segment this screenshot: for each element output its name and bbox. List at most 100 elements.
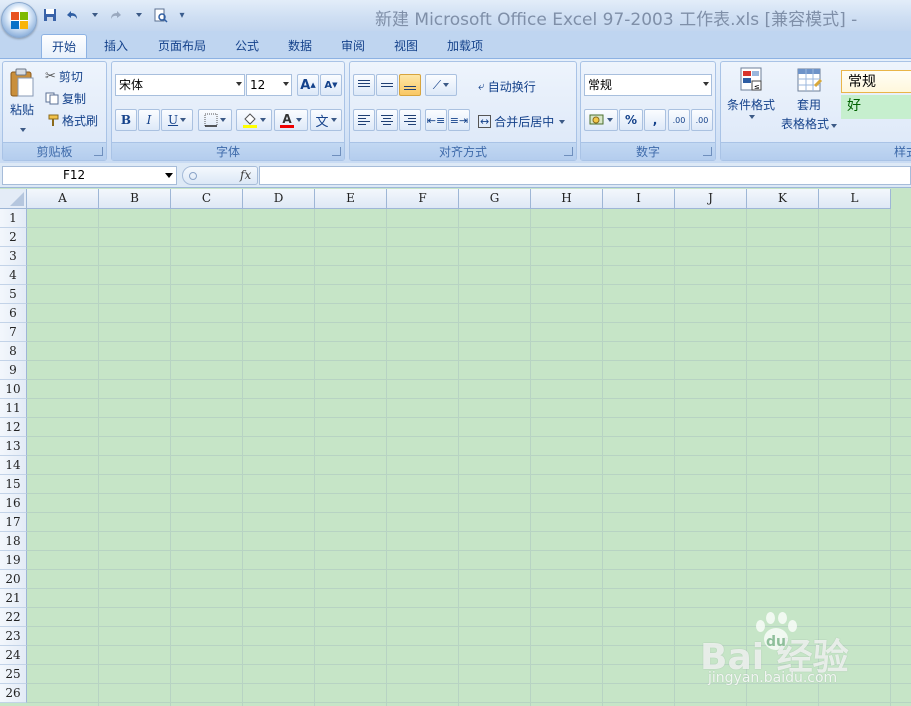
number-format-combo[interactable]: 常规	[584, 74, 712, 96]
row-header[interactable]: 3	[0, 247, 27, 266]
underline-button[interactable]: U	[161, 109, 193, 131]
row-header[interactable]: 18	[0, 532, 27, 551]
row-header[interactable]: 15	[0, 475, 27, 494]
tab-review[interactable]: 审阅	[333, 34, 373, 58]
column-header[interactable]: E	[315, 189, 387, 209]
font-color-button[interactable]: A	[274, 109, 308, 131]
font-name-combo[interactable]: 宋体	[115, 74, 245, 96]
undo-dropdown-icon[interactable]	[84, 6, 104, 24]
expand-handle-icon[interactable]	[189, 172, 197, 180]
tab-addins[interactable]: 加载项	[438, 34, 492, 58]
column-header[interactable]: G	[459, 189, 531, 209]
tab-home[interactable]: 开始	[41, 34, 87, 58]
save-icon[interactable]	[40, 6, 60, 24]
tab-view[interactable]: 视图	[386, 34, 426, 58]
tab-data[interactable]: 数据	[280, 34, 320, 58]
column-header[interactable]: D	[243, 189, 315, 209]
row-header[interactable]: 9	[0, 361, 27, 380]
align-bottom-button[interactable]	[399, 74, 421, 96]
cut-button[interactable]: ✂ 剪切	[45, 68, 83, 85]
increase-indent-button[interactable]: ≡⇥	[448, 109, 470, 131]
decrease-decimal-button[interactable]: .00	[691, 109, 713, 131]
font-launcher-icon[interactable]	[332, 147, 341, 156]
conditional-format-button[interactable]: ≤ 条件格式	[725, 66, 777, 119]
format-painter-button[interactable]: 格式刷	[45, 112, 98, 129]
copy-button[interactable]: 复制	[45, 90, 86, 107]
tab-insert[interactable]: 插入	[96, 34, 136, 58]
decrease-indent-button[interactable]: ⇤≡	[425, 109, 447, 131]
formula-input[interactable]	[259, 166, 911, 185]
alignment-launcher-icon[interactable]	[564, 147, 573, 156]
row-header[interactable]: 11	[0, 399, 27, 418]
align-right-button[interactable]	[399, 109, 421, 131]
column-header[interactable]: F	[387, 189, 459, 209]
font-size-combo[interactable]: 12	[246, 74, 292, 96]
merge-center-button[interactable]: ↔ 合并后居中	[478, 113, 566, 130]
row-header[interactable]: 1	[0, 209, 27, 228]
name-box[interactable]: F12	[2, 166, 177, 185]
format-as-table-button[interactable]: 套用 表格格式	[781, 66, 838, 132]
column-header[interactable]: J	[675, 189, 747, 209]
wrap-text-button[interactable]: ⤶ 自动换行	[478, 78, 536, 95]
increase-decimal-button[interactable]: .00	[668, 109, 690, 131]
name-box-dropdown-icon[interactable]	[165, 173, 173, 178]
orientation-button[interactable]: ⟋	[425, 74, 457, 96]
row-header[interactable]: 5	[0, 285, 27, 304]
italic-button[interactable]: I	[138, 109, 160, 131]
row-header[interactable]: 2	[0, 228, 27, 247]
select-all-corner[interactable]	[0, 189, 27, 209]
print-preview-icon[interactable]	[150, 6, 170, 24]
row-header[interactable]: 23	[0, 627, 27, 646]
row-header[interactable]: 24	[0, 646, 27, 665]
row-header[interactable]: 19	[0, 551, 27, 570]
row-header[interactable]: 12	[0, 418, 27, 437]
redo-icon[interactable]	[106, 6, 126, 24]
column-header[interactable]: L	[819, 189, 891, 209]
row-header[interactable]: 4	[0, 266, 27, 285]
tab-formulas[interactable]: 公式	[227, 34, 267, 58]
paste-button[interactable]: 粘贴	[5, 64, 39, 138]
customize-qat-icon[interactable]: ▾	[172, 6, 192, 24]
number-launcher-icon[interactable]	[703, 147, 712, 156]
align-middle-button[interactable]	[376, 74, 398, 96]
column-header[interactable]: A	[27, 189, 99, 209]
shrink-font-button[interactable]: A ▼	[320, 74, 342, 96]
undo-icon[interactable]	[62, 6, 82, 24]
row-header[interactable]: 10	[0, 380, 27, 399]
redo-dropdown-icon[interactable]	[128, 6, 148, 24]
insert-function-icon[interactable]: fx	[240, 168, 251, 182]
row-header[interactable]: 16	[0, 494, 27, 513]
cell-style-normal[interactable]: 常规	[841, 70, 911, 93]
row-header[interactable]: 17	[0, 513, 27, 532]
fill-color-button[interactable]	[236, 109, 272, 131]
row-header[interactable]: 13	[0, 437, 27, 456]
bold-button[interactable]: B	[115, 109, 137, 131]
grow-font-button[interactable]: A ▲	[297, 74, 319, 96]
column-header[interactable]: K	[747, 189, 819, 209]
accounting-format-button[interactable]	[584, 109, 618, 131]
align-top-button[interactable]	[353, 74, 375, 96]
clipboard-launcher-icon[interactable]	[94, 147, 103, 156]
percent-button[interactable]: %	[619, 109, 643, 131]
row-header[interactable]: 25	[0, 665, 27, 684]
row-header[interactable]: 7	[0, 323, 27, 342]
merge-dropdown-icon[interactable]	[559, 119, 566, 124]
align-left-button[interactable]	[353, 109, 375, 131]
tab-page-layout[interactable]: 页面布局	[150, 34, 214, 58]
row-header[interactable]: 26	[0, 684, 27, 703]
row-header[interactable]: 20	[0, 570, 27, 589]
align-center-button[interactable]	[376, 109, 398, 131]
cell-style-good[interactable]: 好	[841, 95, 911, 119]
borders-button[interactable]	[198, 109, 232, 131]
row-header[interactable]: 8	[0, 342, 27, 361]
row-header[interactable]: 6	[0, 304, 27, 323]
row-header[interactable]: 22	[0, 608, 27, 627]
column-header[interactable]: C	[171, 189, 243, 209]
column-header[interactable]: H	[531, 189, 603, 209]
row-header[interactable]: 14	[0, 456, 27, 475]
phonetic-button[interactable]: 文	[310, 109, 342, 131]
column-header[interactable]: B	[99, 189, 171, 209]
row-header[interactable]: 21	[0, 589, 27, 608]
column-header[interactable]: I	[603, 189, 675, 209]
comma-button[interactable]: ,	[644, 109, 666, 131]
